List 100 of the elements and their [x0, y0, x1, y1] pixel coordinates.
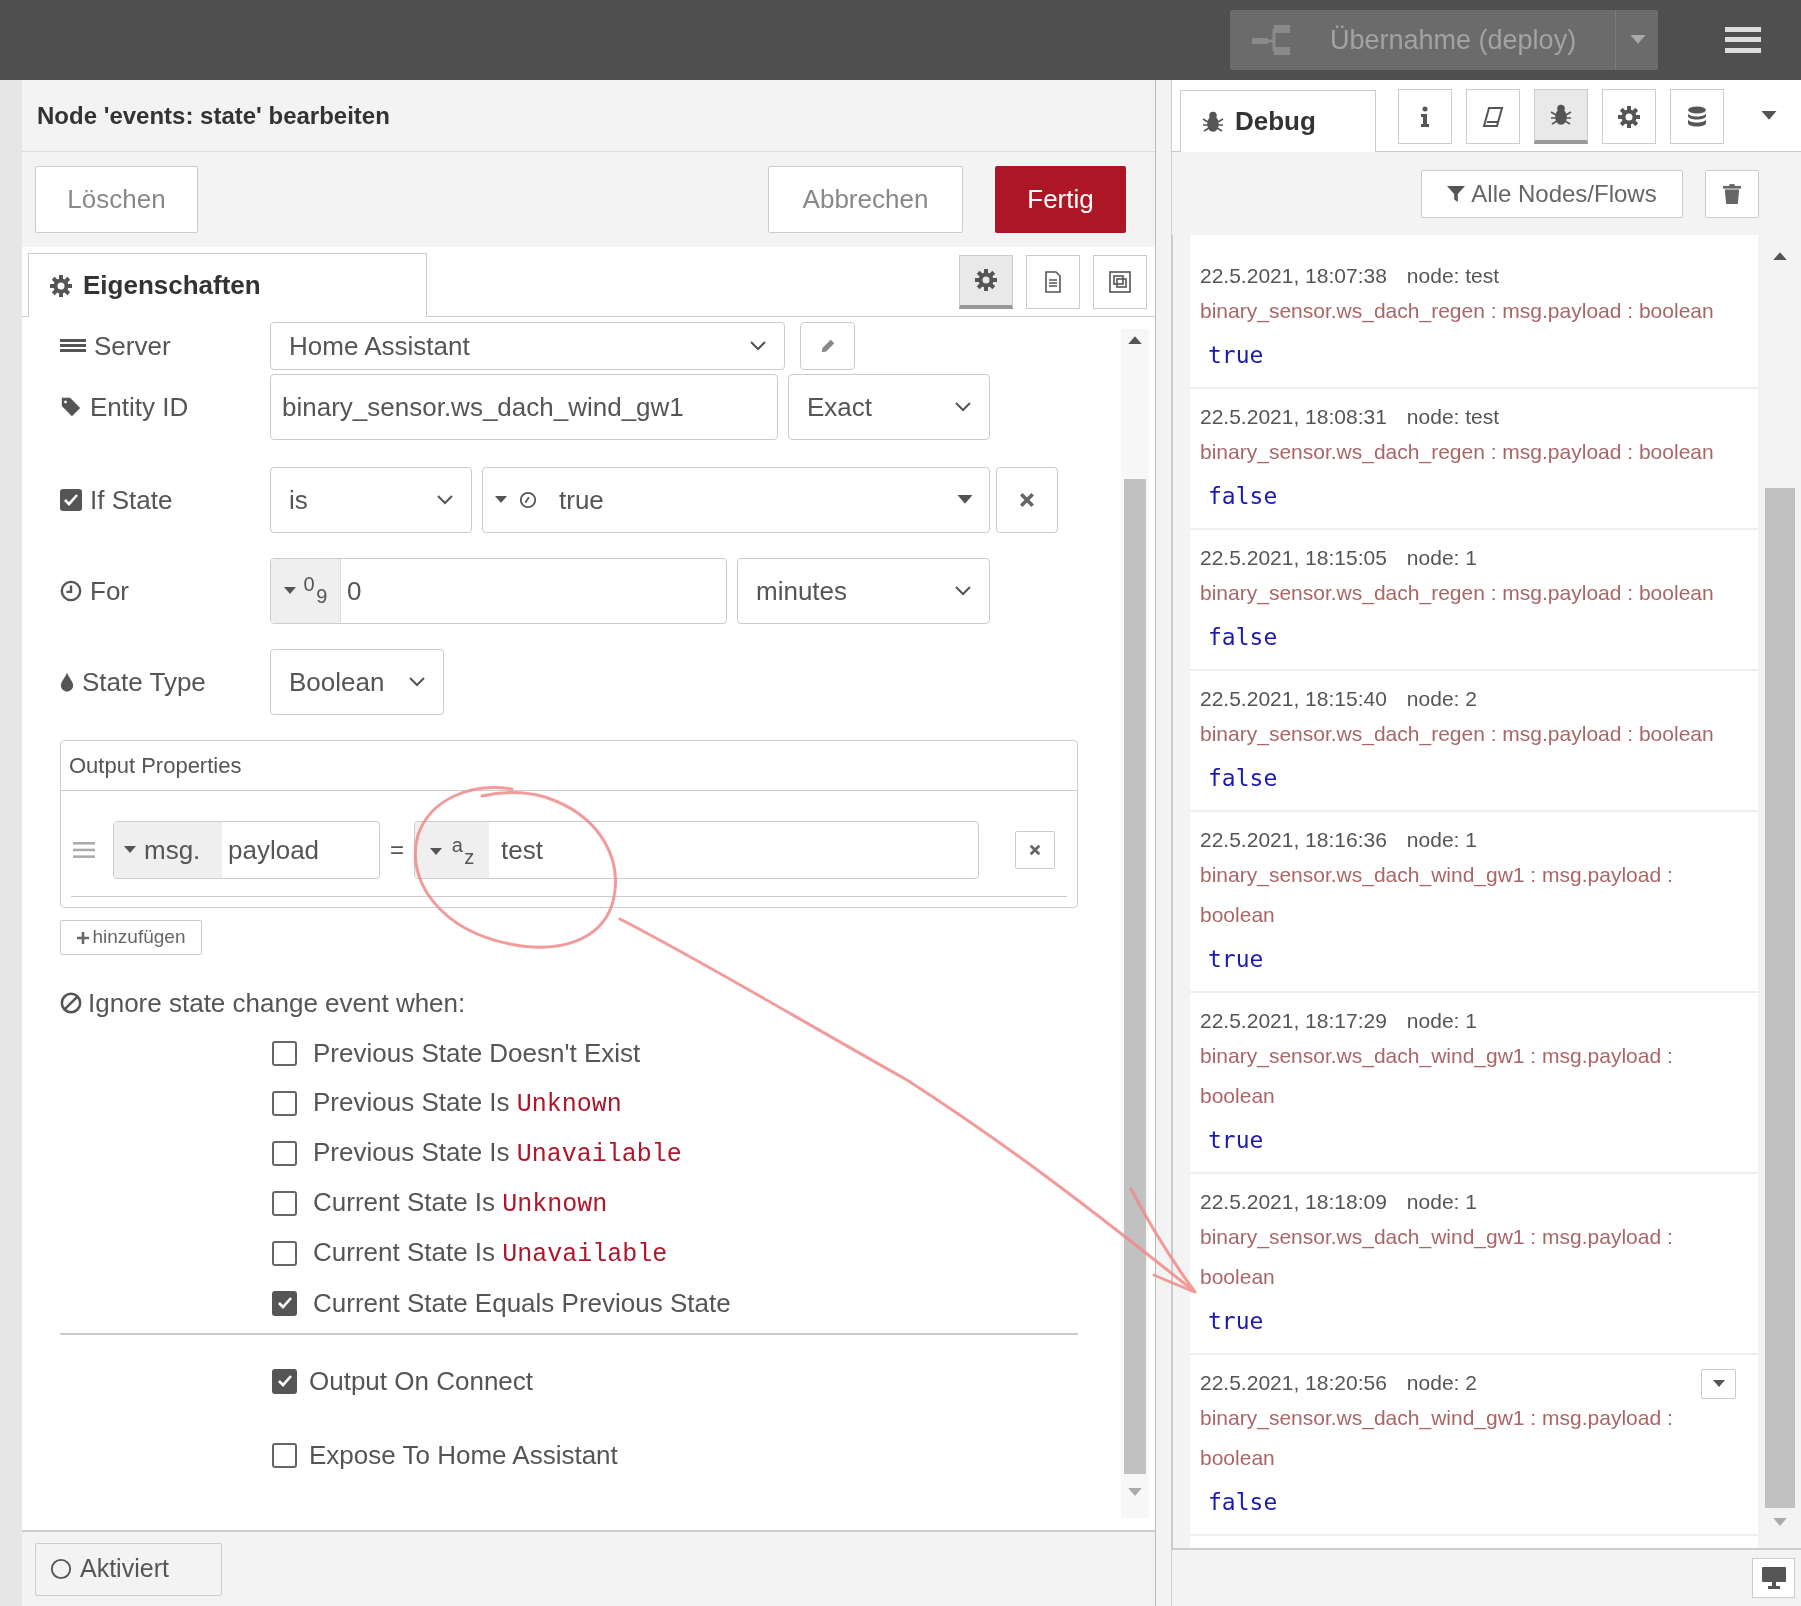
chevron-icon [750, 341, 766, 351]
plus-icon [76, 931, 89, 944]
caret-icon [1772, 251, 1787, 260]
state-value-input[interactable]: true [482, 467, 990, 533]
caret-icon [1630, 35, 1646, 45]
field-label: If State [90, 483, 173, 517]
message-topic: binary_sensor.ws_dach_regen : msg.payload : boolean [1200, 580, 1715, 607]
state-type-select[interactable]: Boolean [270, 649, 444, 715]
field-label: State Type [82, 665, 206, 699]
equals-sign: = [390, 835, 404, 865]
clear-button[interactable] [996, 467, 1058, 533]
checkbox[interactable] [272, 1290, 297, 1316]
edit-button[interactable] [800, 322, 855, 370]
display-button[interactable] [1752, 1558, 1795, 1598]
trash-icon [1723, 183, 1741, 204]
sidebar-icon-tab[interactable] [1466, 89, 1520, 144]
unit-select[interactable]: minutes [737, 558, 990, 624]
checkbox[interactable] [272, 1090, 297, 1116]
sidebar-icon-tab[interactable] [1670, 89, 1724, 144]
checkbox[interactable] [60, 489, 82, 511]
section-heading: Ignore state change event when: [88, 986, 466, 1020]
message-menu-button[interactable] [1701, 1369, 1736, 1399]
operator-select[interactable]: is [270, 467, 472, 533]
checkbox[interactable] [272, 1140, 297, 1166]
database-icon [1685, 104, 1709, 129]
checkbox[interactable] [272, 1040, 297, 1066]
caret-icon [1128, 335, 1142, 344]
frame-icon [1108, 269, 1132, 294]
settings-icon [49, 273, 73, 298]
delete-button[interactable]: Löschen [35, 166, 198, 233]
sidebar-icon-tab[interactable] [1534, 89, 1588, 144]
caret-icon[interactable] [1761, 110, 1777, 121]
message-value: true [1207, 1307, 1265, 1336]
option-label: Previous State Is Unknown [313, 1085, 622, 1121]
enabled-button[interactable]: Aktiviert [35, 1542, 222, 1596]
match-select[interactable]: Exact [788, 374, 990, 440]
checkbox[interactable] [272, 1368, 297, 1394]
remove-button[interactable] [1015, 831, 1055, 869]
checkbox[interactable] [272, 1240, 297, 1266]
checkbox[interactable] [272, 1190, 297, 1216]
bug-icon [1201, 109, 1225, 134]
message-topic: binary_sensor.ws_dach_regen : msg.payload : boolean [1200, 439, 1715, 466]
message-node-label: node: 1 [1406, 1008, 1477, 1034]
message-topic: binary_sensor.ws_dach_regen : msg.payload : boolean [1200, 721, 1715, 748]
chevron-icon [955, 402, 971, 412]
clear-log-button[interactable] [1705, 169, 1759, 218]
ring-icon [50, 1558, 72, 1580]
tab-label: Debug [1235, 105, 1316, 138]
close-icon [1029, 844, 1041, 856]
option-label: Previous State Is Unavailable [313, 1135, 682, 1171]
checkmark-icon [63, 492, 79, 508]
message-value: false [1207, 482, 1279, 511]
add-button[interactable]: hinzufügen [60, 920, 202, 955]
option-label: Previous State Doesn't Exist [313, 1036, 641, 1070]
message-timestamp: 22.5.2021, 18:07:38 [1200, 263, 1387, 289]
option-label: Current State Is Unknown [313, 1185, 608, 1221]
message-topic: binary_sensor.ws_dach_wind_gw1 : msg.payload : boolean [1200, 1224, 1674, 1290]
caret-icon [1128, 1488, 1142, 1497]
property-value-input[interactable]: az test [414, 821, 979, 879]
caret-icon [1712, 1380, 1725, 1388]
editor-icon-tab[interactable] [959, 254, 1013, 309]
cancel-button[interactable]: Abbrechen [768, 166, 963, 233]
menu-icon[interactable] [1725, 27, 1761, 53]
field-label: For [90, 574, 129, 608]
checkbox[interactable] [272, 1442, 297, 1468]
message-value: false [1207, 764, 1279, 793]
filter-icon [1447, 184, 1466, 203]
option-label: Current State Equals Previous State [313, 1286, 731, 1320]
droplet-icon [60, 671, 74, 693]
chevron-icon [955, 586, 971, 596]
chevron-icon [409, 677, 425, 687]
editor-title: Node 'events: state' bearbeiten [37, 100, 390, 131]
sidebar-icon-tab[interactable] [1398, 89, 1452, 144]
done-button[interactable]: Fertig [995, 166, 1126, 233]
message-node-label: node: 1 [1406, 827, 1477, 853]
scrollbar[interactable] [1121, 329, 1149, 1518]
tab-label: Eigenschaften [83, 269, 261, 302]
message-timestamp: 22.5.2021, 18:08:31 [1200, 404, 1387, 430]
sidebar-icon-tab[interactable] [1602, 89, 1656, 144]
server-select[interactable]: Home Assistant [270, 322, 785, 370]
message-node-label: node: test [1406, 404, 1500, 430]
caret-icon [957, 495, 973, 505]
filter-button[interactable]: Alle Nodes/Flows [1421, 169, 1683, 218]
properties-tab[interactable]: Eigenschaften [28, 253, 427, 317]
message-value: false [1207, 1488, 1279, 1517]
book-icon [1481, 104, 1505, 129]
duration-input[interactable]: 09 0 [270, 558, 727, 624]
editor-icon-tab[interactable] [1026, 254, 1080, 309]
entity-id-input[interactable]: binary_sensor.ws_dach_wind_gw1 [270, 374, 778, 440]
debug-tab[interactable]: Debug [1180, 90, 1376, 152]
editor-icon-tab[interactable] [1093, 254, 1147, 309]
chevron-icon [437, 495, 453, 505]
message-value: false [1207, 623, 1279, 652]
message-node-label: node: 1 [1406, 1189, 1477, 1215]
message-node-label: node: 2 [1406, 686, 1477, 712]
clock-icon [60, 580, 82, 602]
drag-handle-icon[interactable] [73, 842, 95, 858]
scrollbar[interactable] [1758, 235, 1801, 1548]
message-timestamp: 22.5.2021, 18:20:56 [1200, 1370, 1387, 1396]
option-label: Current State Is Unavailable [313, 1235, 668, 1271]
